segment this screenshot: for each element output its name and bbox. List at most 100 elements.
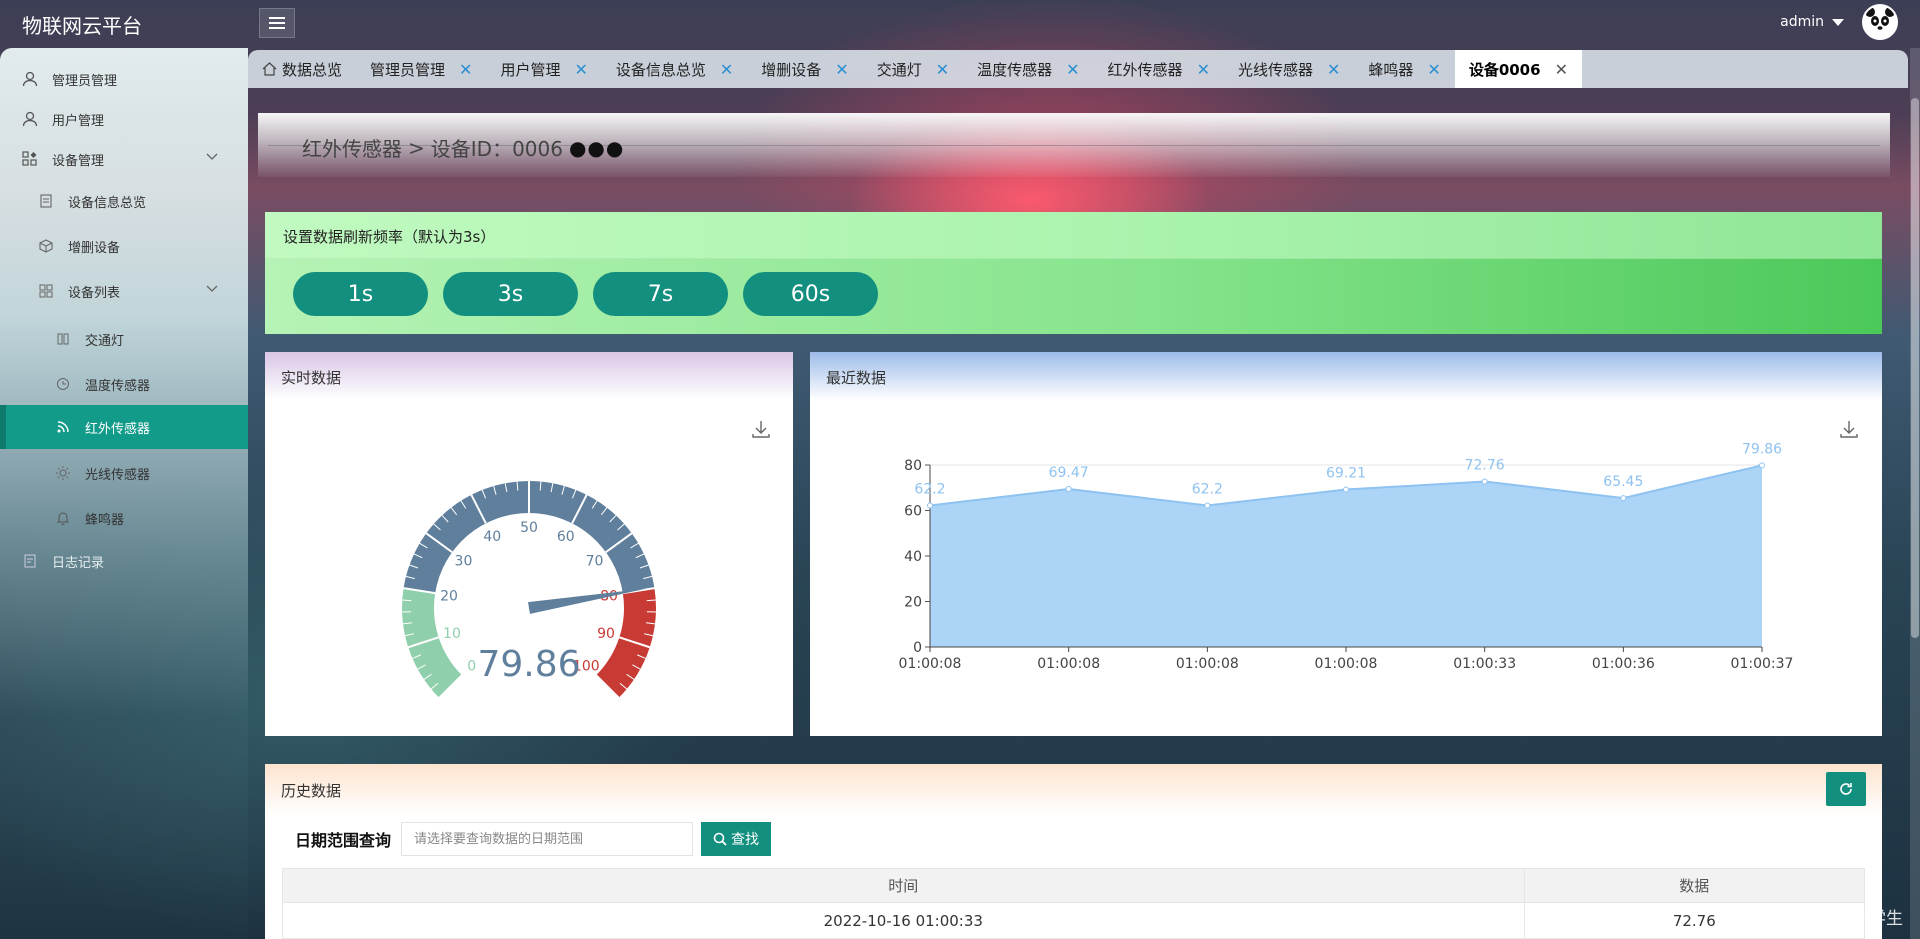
tab-device-overview[interactable]: 设备信息总览 ✕ (602, 50, 747, 88)
gauge-tick-label: 60 (557, 529, 575, 545)
data-label: 62.2 (914, 481, 945, 497)
data-point (1620, 495, 1627, 502)
sidebar-item-add-remove-device[interactable]: 增删设备 (0, 226, 248, 266)
sidebar-item-admin-management[interactable]: 管理员管理 (0, 59, 248, 99)
search-button[interactable]: 查找 (701, 822, 772, 856)
data-point (927, 502, 933, 509)
watermark: CSDN @-IT界的小学生 (1725, 909, 1903, 929)
breadcrumb: 红外传感器 > 设备ID：0006 ●●● (294, 133, 632, 162)
grid-icon (22, 151, 38, 167)
sidebar-item-infrared-sensor[interactable]: 红外传感器 (0, 405, 248, 449)
app-title: 物联网云平台 (22, 14, 142, 38)
status-dots: ●●● (568, 135, 625, 160)
close-icon[interactable]: ✕ (720, 60, 733, 79)
sidebar-item-label: 蜂鸣器 (85, 512, 125, 528)
sidebar-item-label: 红外传感器 (85, 421, 151, 437)
log-icon (22, 553, 38, 569)
chevron-up-icon (206, 153, 218, 160)
breadcrumb-section[interactable]: 红外传感器 (302, 133, 402, 162)
sidebar-item-light-sensor[interactable]: 光线传感器 (0, 453, 248, 493)
close-icon[interactable]: ✕ (1427, 60, 1440, 79)
tab-traffic-light[interactable]: 交通灯 ✕ (863, 50, 963, 88)
data-label: 62.2 (1192, 481, 1223, 497)
sidebar-item-label: 交通灯 (85, 333, 125, 349)
tab-light-sensor[interactable]: 光线传感器 ✕ (1224, 50, 1354, 88)
close-icon[interactable]: ✕ (574, 60, 587, 79)
tab-admin-management[interactable]: 管理员管理 ✕ (356, 50, 486, 88)
close-icon[interactable]: ✕ (1197, 60, 1210, 79)
card-title: 最近数据 (810, 352, 1882, 400)
panda-avatar-icon (1865, 7, 1895, 36)
frequency-1s-button[interactable]: 1s (293, 272, 428, 316)
tab-label: 光线传感器 (1237, 60, 1313, 79)
data-label: 79.86 (1742, 441, 1782, 457)
tab-label: 设备信息总览 (615, 60, 706, 79)
breadcrumb-bar: 红外传感器 > 设备ID：0006 ●●● (258, 113, 1890, 177)
list-icon (38, 283, 54, 299)
history-table: 时间 数据 2022-10-16 01:00:33 72.76 (282, 868, 1866, 939)
data-point (1759, 462, 1765, 469)
refresh-button[interactable] (1826, 772, 1866, 806)
tab-infrared-sensor[interactable]: 红外传感器 ✕ (1094, 50, 1224, 88)
page-scrollbar[interactable] (1910, 48, 1920, 939)
close-icon[interactable]: ✕ (459, 60, 472, 79)
caret-down-icon (1832, 18, 1844, 26)
sidebar-item-buzzer[interactable]: 蜂鸣器 (0, 498, 248, 538)
y-tick-label: 40 (904, 549, 922, 565)
date-range-input[interactable] (401, 822, 694, 856)
sidebar-item-label: 用户管理 (52, 113, 105, 129)
gauge-band (596, 588, 656, 698)
user-icon (22, 71, 38, 87)
tab-temperature-sensor[interactable]: 温度传感器 ✕ (963, 50, 1093, 88)
close-icon[interactable]: ✕ (1555, 60, 1568, 79)
sidebar-item-label: 日志记录 (52, 555, 105, 571)
x-tick-label: 01:00:08 (1037, 656, 1100, 672)
breadcrumb-separator: > (408, 135, 425, 160)
menu-toggle-button[interactable] (259, 8, 295, 38)
tab-user-management[interactable]: 用户管理 ✕ (486, 50, 601, 88)
card-title: 实时数据 (265, 352, 793, 400)
tab-data-overview[interactable]: 数据总览 (248, 50, 356, 88)
tab-label: 交通灯 (876, 60, 922, 79)
close-icon[interactable]: ✕ (1066, 60, 1079, 79)
x-tick-label: 01:00:08 (899, 656, 962, 672)
close-icon[interactable]: ✕ (835, 60, 848, 79)
data-label: 72.76 (1465, 457, 1505, 473)
gauge-tick-label: 10 (443, 626, 461, 642)
tab-device-0006[interactable]: 设备0006 ✕ (1454, 50, 1582, 88)
scroll-thumb[interactable] (1911, 98, 1919, 638)
traffic-light-icon (55, 331, 71, 347)
sidebar-item-device-overview[interactable]: 设备信息总览 (0, 181, 248, 221)
history-data-card: 历史数据 日期范围查询 查找 时间 数据 2022-10-16 01:00:33… (265, 764, 1882, 939)
gauge-tick-label: 30 (455, 553, 473, 569)
top-header: 物联网云平台 admin (0, 0, 1920, 46)
sidebar-item-label: 设备信息总览 (68, 195, 147, 211)
tab-add-remove-device[interactable]: 增删设备 ✕ (747, 50, 862, 88)
x-tick-label: 01:00:33 (1453, 656, 1516, 672)
column-header-data[interactable]: 数据 (1523, 868, 1866, 903)
home-icon (262, 62, 277, 76)
sun-icon (55, 465, 71, 481)
frequency-options: 1s 3s 7s 60s (293, 272, 878, 316)
refresh-frequency-panel: 设置数据刷新频率（默认为3s） 1s 3s 7s 60s (265, 212, 1882, 334)
sidebar-item-device-list[interactable]: 设备列表 (0, 271, 248, 311)
thermometer-icon (55, 376, 71, 392)
sidebar-item-log-records[interactable]: 日志记录 (0, 541, 248, 581)
user-menu[interactable]: admin (1780, 4, 1898, 40)
tab-label: 管理员管理 (370, 60, 446, 79)
tab-buzzer[interactable]: 蜂鸣器 ✕ (1354, 50, 1454, 88)
area-chart: 0 20 40 60 80 62.2 01:00:08 69.47 01:00:08 62.2 01… (899, 441, 1794, 672)
column-header-time[interactable]: 时间 (282, 868, 1525, 903)
tab-bar: 数据总览 管理员管理 ✕ 用户管理 ✕ 设备信息总览 ✕ 增删设备 ✕ 交通灯 ✕ 温度传… (248, 50, 1908, 88)
close-icon[interactable]: ✕ (936, 60, 949, 79)
frequency-7s-button[interactable]: 7s (593, 272, 728, 316)
frequency-60s-button[interactable]: 60s (743, 272, 878, 316)
avatar[interactable] (1862, 4, 1898, 40)
sidebar-item-device-management[interactable]: 设备管理 (0, 139, 248, 179)
close-icon[interactable]: ✕ (1327, 60, 1340, 79)
frequency-3s-button[interactable]: 3s (443, 272, 578, 316)
sidebar-item-user-management[interactable]: 用户管理 (0, 99, 248, 139)
table-row[interactable]: 2022-10-16 01:00:33 72.76 (282, 902, 1866, 939)
sidebar-item-traffic-light[interactable]: 交通灯 (0, 319, 248, 359)
sidebar-item-temperature-sensor[interactable]: 温度传感器 (0, 364, 248, 404)
